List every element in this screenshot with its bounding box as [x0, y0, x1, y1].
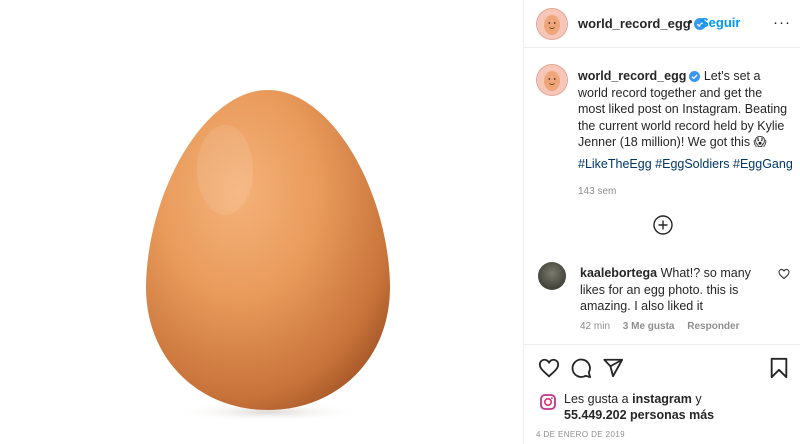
heart-icon[interactable]: [538, 357, 560, 379]
likes-mid: y: [691, 392, 702, 406]
post-date[interactable]: 4 DE ENERO DE 2019: [536, 430, 625, 439]
author-username[interactable]: world_record_egg: [578, 16, 706, 31]
likes-prefix: Les gusta a: [564, 392, 633, 406]
instagram-avatar-icon[interactable]: [540, 394, 556, 410]
separator-dot: •: [688, 14, 693, 29]
caption-hashtags: #LikeTheEgg #EggSoldiers #EggGang: [578, 157, 793, 171]
verified-icon: [689, 71, 701, 82]
post-header: world_record_egg • Seguir ···: [524, 0, 800, 48]
caption-timestamp[interactable]: 143 sem: [578, 186, 616, 197]
comment-username[interactable]: kaalebortega: [580, 266, 657, 280]
likes-summary: Les gusta a instagram y 55.449.202 perso…: [564, 391, 714, 423]
follow-button[interactable]: Seguir: [700, 15, 740, 30]
reply-button[interactable]: Responder: [687, 321, 739, 332]
caption-avatar[interactable]: [536, 64, 568, 96]
caption-text: world_record_egg Let's set a world recor…: [578, 68, 788, 151]
more-icon[interactable]: ···: [773, 14, 791, 31]
post-photo[interactable]: [0, 0, 523, 444]
likes-user[interactable]: instagram: [632, 392, 692, 406]
username-text[interactable]: world_record_egg: [578, 16, 691, 31]
post-sidebar: world_record_egg • Seguir ··· world_reco…: [523, 0, 800, 444]
egg-image: [145, 90, 391, 422]
comment-text: kaalebortega What!? so many likes for an…: [580, 265, 775, 315]
author-avatar[interactable]: [536, 8, 568, 40]
comment-time[interactable]: 42 min: [580, 321, 610, 332]
hashtag-egggang[interactable]: #EggGang: [733, 157, 793, 171]
hashtag-liketheegg[interactable]: #LikeTheEgg: [578, 157, 652, 171]
comment-icon[interactable]: [570, 357, 592, 379]
likes-count[interactable]: 55.449.202 personas más: [564, 408, 714, 422]
caption-username[interactable]: world_record_egg: [578, 69, 686, 83]
share-icon[interactable]: [602, 357, 624, 379]
add-circle-icon[interactable]: [652, 214, 674, 236]
hashtag-eggsoldiers[interactable]: #EggSoldiers: [655, 157, 729, 171]
action-bar: [524, 344, 800, 389]
comment-meta: 42 min 3 Me gusta Responder: [580, 321, 750, 332]
commenter-avatar[interactable]: [538, 262, 566, 290]
comment-heart-icon[interactable]: [778, 268, 790, 280]
bookmark-icon[interactable]: [769, 357, 789, 379]
comment-likes[interactable]: 3 Me gusta: [623, 321, 675, 332]
